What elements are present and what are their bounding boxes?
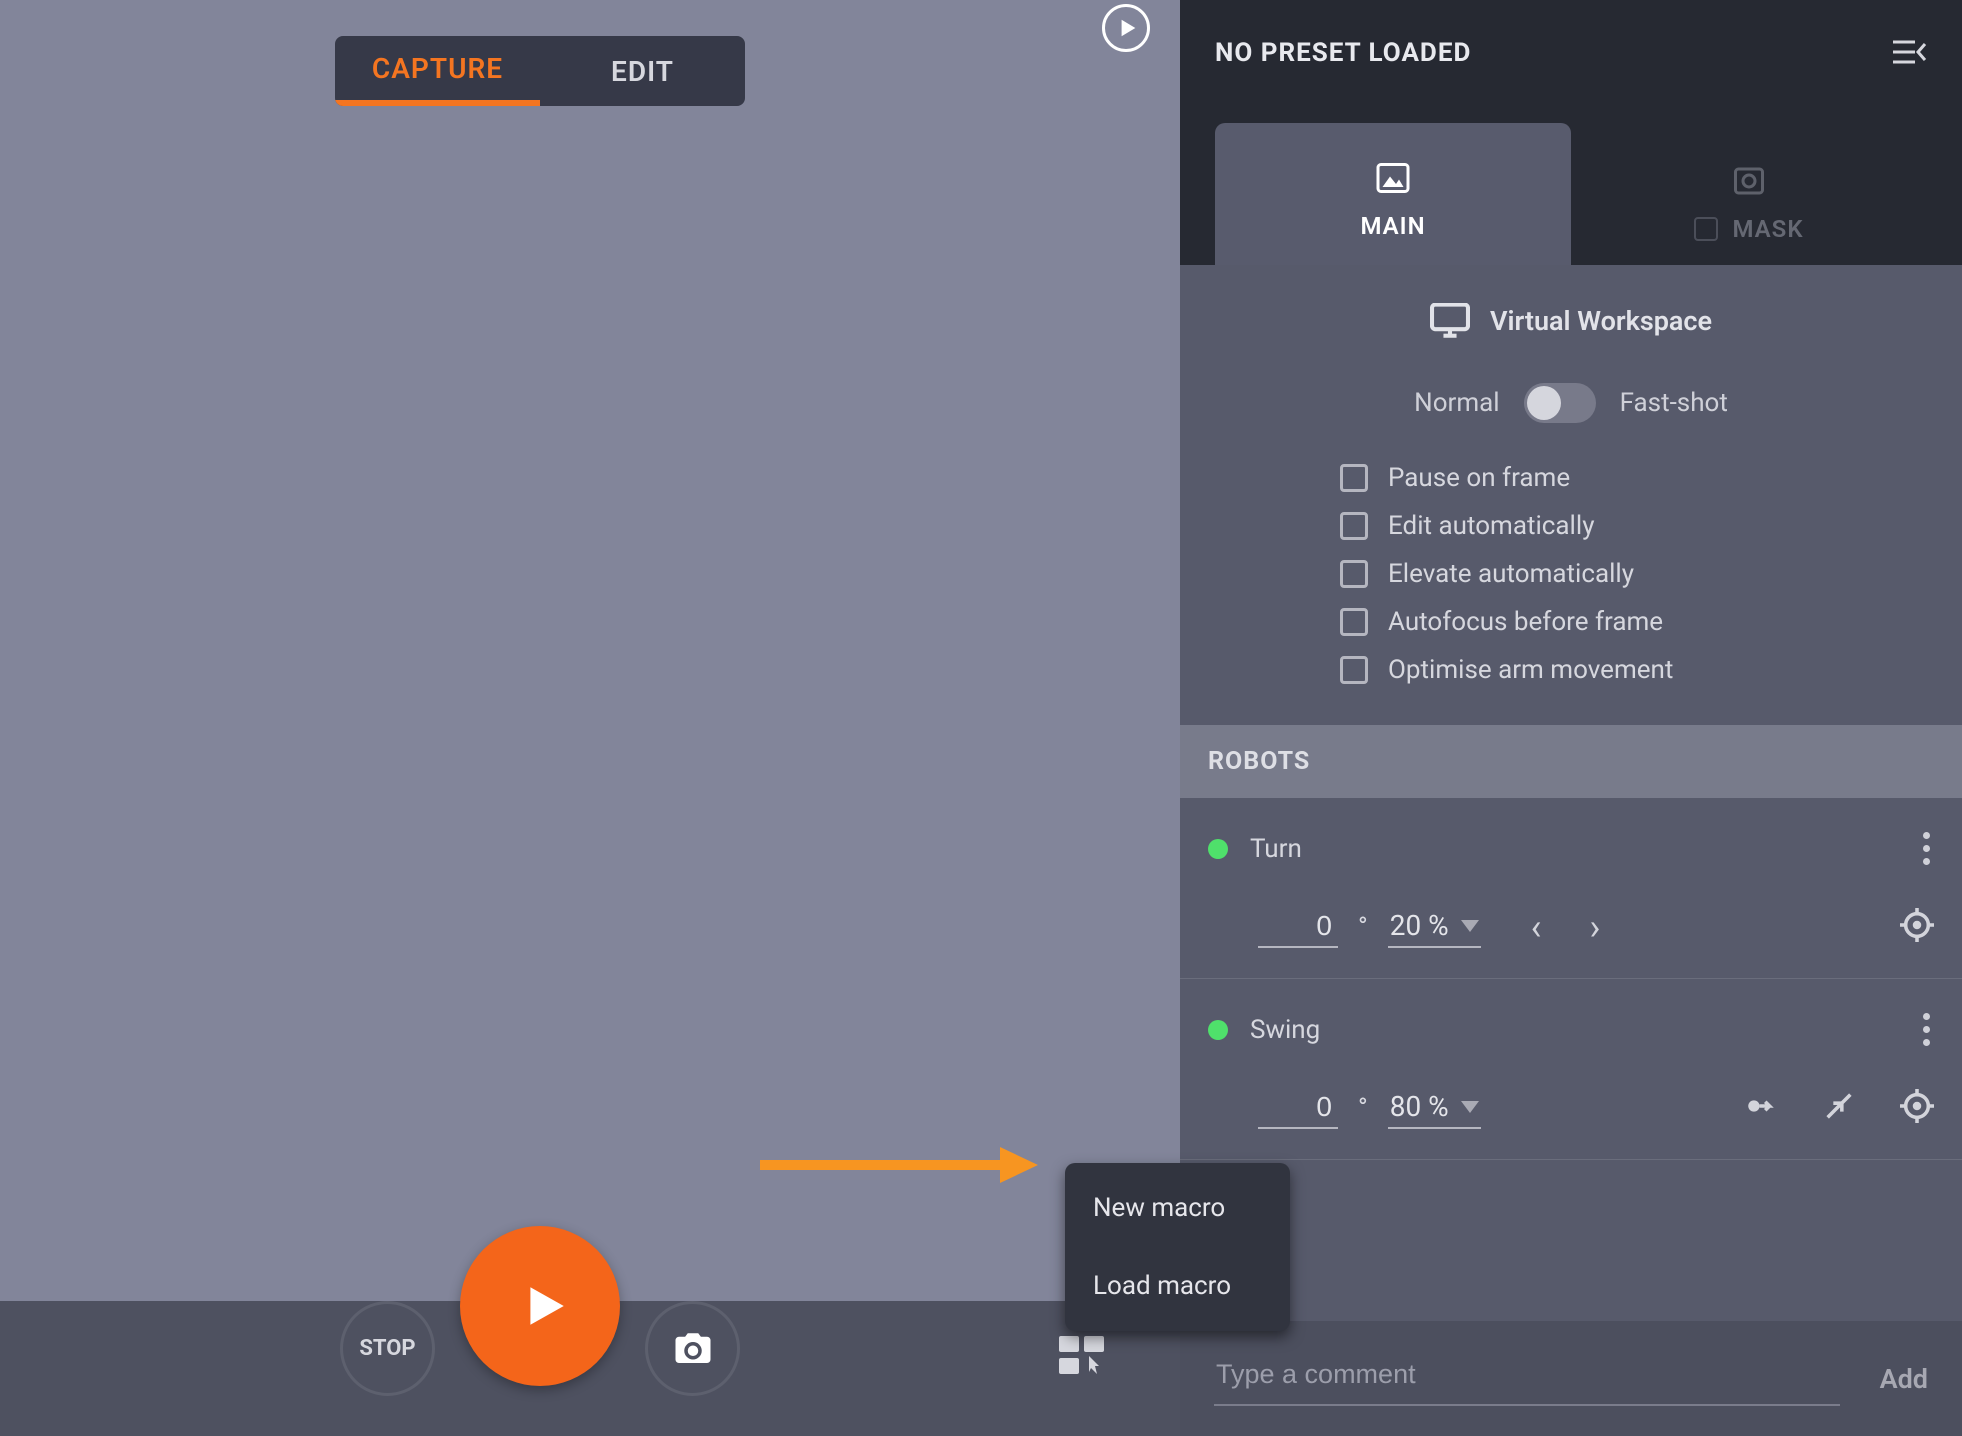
- add-comment-button[interactable]: Add: [1880, 1363, 1928, 1395]
- angle-input[interactable]: [1258, 1087, 1338, 1129]
- preset-title: NO PRESET LOADED: [1215, 38, 1471, 68]
- comment-input[interactable]: [1214, 1351, 1840, 1406]
- settings-panel: NO PRESET LOADED MAIN: [1180, 0, 1962, 1436]
- expand-button[interactable]: [1822, 1089, 1856, 1127]
- camera-button[interactable]: [645, 1301, 740, 1396]
- center-target-button[interactable]: [1900, 1089, 1934, 1127]
- menu-item-new-macro[interactable]: New macro: [1065, 1169, 1290, 1247]
- panel-header: NO PRESET LOADED MAIN: [1180, 0, 1962, 265]
- check-optimise-arm-movement[interactable]: [1340, 656, 1368, 684]
- comment-bar: Add: [1180, 1321, 1962, 1436]
- check-label: Elevate automatically: [1388, 559, 1634, 589]
- angle-unit: °: [1358, 912, 1368, 942]
- mode-tabs: CAPTURE EDIT: [335, 36, 745, 106]
- speed-dropdown[interactable]: 80 %: [1388, 1086, 1481, 1129]
- image-icon: [1375, 160, 1411, 196]
- check-edit-automatically[interactable]: [1340, 512, 1368, 540]
- robot-name: Swing: [1250, 1015, 1896, 1045]
- tab-main[interactable]: MAIN: [1215, 123, 1571, 283]
- robot-name: Turn: [1250, 834, 1896, 864]
- check-pause-on-frame[interactable]: [1340, 464, 1368, 492]
- play-icon: [1117, 17, 1139, 39]
- tab-main-label: MAIN: [1360, 212, 1425, 240]
- robot-menu-button[interactable]: [1918, 824, 1934, 873]
- stop-button[interactable]: STOP: [340, 1301, 435, 1396]
- tab-mask-label: MASK: [1732, 215, 1803, 243]
- next-button[interactable]: ›: [1589, 906, 1600, 948]
- mask-icon: [1731, 163, 1767, 199]
- tab-capture[interactable]: CAPTURE: [335, 36, 540, 106]
- chevron-down-icon: [1461, 920, 1479, 932]
- menu-item-load-macro[interactable]: Load macro: [1065, 1247, 1290, 1325]
- virtual-workspace-label: Virtual Workspace: [1490, 305, 1712, 337]
- virtual-workspace-row[interactable]: Virtual Workspace: [1220, 303, 1922, 339]
- check-autofocus-before-frame[interactable]: [1340, 608, 1368, 636]
- speed-dropdown[interactable]: 20 %: [1388, 905, 1481, 948]
- status-dot: [1208, 839, 1228, 859]
- preview-pane: CAPTURE EDIT STOP New macro Load ma: [0, 0, 1180, 1436]
- macro-menu: New macro Load macro: [1065, 1163, 1290, 1331]
- toggle-label-fastshot: Fast-shot: [1620, 388, 1728, 418]
- check-label: Optimise arm movement: [1388, 655, 1673, 685]
- robot-item-turn: Turn ° 20 % ‹ ›: [1180, 798, 1962, 979]
- robot-menu-button[interactable]: [1918, 1005, 1934, 1054]
- prev-button[interactable]: ‹: [1531, 906, 1542, 948]
- angle-input[interactable]: [1258, 906, 1338, 948]
- play-outline-button[interactable]: [1102, 4, 1150, 52]
- check-label: Autofocus before frame: [1388, 607, 1663, 637]
- check-elevate-automatically[interactable]: [1340, 560, 1368, 588]
- check-label: Pause on frame: [1388, 463, 1570, 493]
- angle-unit: °: [1358, 1093, 1368, 1123]
- speed-value: 80 %: [1390, 1090, 1449, 1123]
- fastshot-toggle[interactable]: [1524, 383, 1596, 423]
- monitor-icon: [1430, 303, 1470, 339]
- mask-checkbox[interactable]: [1694, 217, 1718, 241]
- tab-edit[interactable]: EDIT: [540, 36, 745, 106]
- center-target-button[interactable]: [1900, 908, 1934, 946]
- collapse-panel-icon[interactable]: [1891, 38, 1927, 66]
- play-icon: [520, 1276, 570, 1336]
- tab-mask[interactable]: MASK: [1571, 123, 1927, 283]
- check-label: Edit automatically: [1388, 511, 1595, 541]
- toggle-label-normal: Normal: [1414, 388, 1499, 418]
- macro-icon: [1059, 1336, 1105, 1376]
- robot-item-swing: Swing ° 80 %: [1180, 979, 1962, 1160]
- panel-body: Virtual Workspace Normal Fast-shot Pause…: [1180, 265, 1962, 1321]
- section-robots: ROBOTS: [1180, 725, 1962, 798]
- link-button[interactable]: [1744, 1089, 1778, 1127]
- macro-button[interactable]: [1059, 1336, 1105, 1376]
- camera-icon: [672, 1328, 714, 1370]
- annotation-arrow: [760, 1145, 1040, 1185]
- chevron-down-icon: [1461, 1101, 1479, 1113]
- big-play-button[interactable]: [460, 1226, 620, 1386]
- status-dot: [1208, 1020, 1228, 1040]
- speed-value: 20 %: [1390, 909, 1449, 942]
